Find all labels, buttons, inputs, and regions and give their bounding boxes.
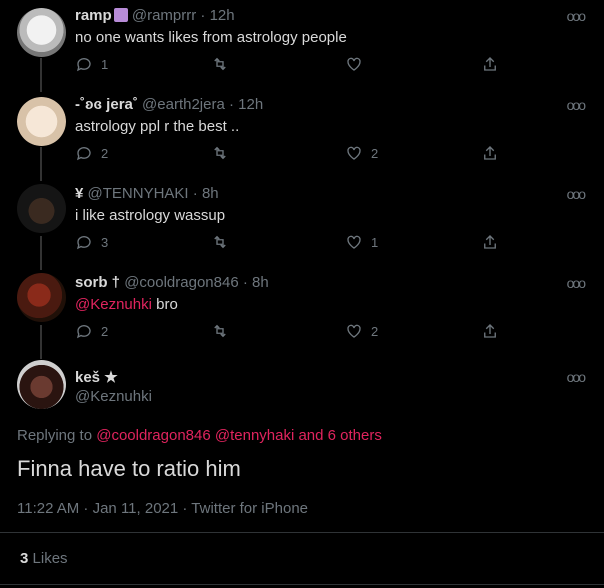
- tweet-actions: 3 1: [75, 233, 505, 253]
- likes-label: Likes: [32, 550, 68, 567]
- timestamp[interactable]: 12h: [238, 96, 263, 113]
- like-count: 2: [371, 323, 379, 339]
- reply-count: 2: [101, 323, 109, 339]
- retweet-icon: [214, 146, 226, 160]
- handle[interactable]: @cooldragon846: [124, 274, 238, 291]
- like-button[interactable]: 2: [345, 144, 378, 162]
- share-icon: [484, 324, 496, 338]
- retweet-icon: [214, 324, 226, 338]
- reply-icon: [76, 325, 91, 339]
- handle[interactable]: @TENNYHAKI: [88, 185, 189, 202]
- like-button[interactable]: [345, 55, 371, 73]
- timestamp[interactable]: 8h: [202, 185, 219, 202]
- retweet-button[interactable]: [211, 55, 237, 73]
- more-icon[interactable]: ooo: [567, 186, 586, 202]
- reply-count: 3: [101, 234, 109, 250]
- like-icon: [347, 235, 361, 249]
- tweet-ramp[interactable]: ramp @ramprrr · 12h ooo no one wants lik…: [0, 0, 604, 89]
- reply-count: 1: [101, 56, 109, 72]
- share-button[interactable]: [481, 233, 499, 251]
- tweet-text: i like astrology wassup: [75, 207, 226, 224]
- tweet-sorb[interactable]: sorb † @cooldragon846 · 8h ooo @Keznuhki…: [0, 267, 604, 356]
- reply-icon: [76, 147, 91, 161]
- more-icon[interactable]: ooo: [567, 8, 586, 24]
- tweet-timestamp[interactable]: 11:22 AM · Jan 11, 2021 · Twitter for iP…: [17, 500, 308, 517]
- replying-to: Replying to @cooldragon846 @tennyhaki an…: [17, 427, 382, 444]
- retweet-icon: [214, 57, 226, 71]
- tweet-actions: 1: [75, 55, 505, 75]
- avatar[interactable]: [17, 97, 66, 146]
- share-button[interactable]: [481, 144, 499, 162]
- tweet-header: ¥ @TENNYHAKI · 8h: [75, 185, 219, 202]
- like-icon: [347, 324, 361, 338]
- avatar[interactable]: [17, 273, 66, 322]
- more-icon[interactable]: ooo: [567, 275, 586, 291]
- avatar[interactable]: [17, 184, 66, 233]
- reply-button[interactable]: 3: [75, 233, 108, 251]
- more-icon[interactable]: ooo: [567, 97, 586, 113]
- tweet-actions: 2 2: [75, 322, 505, 342]
- like-icon: [347, 146, 361, 160]
- tweet-header: keš ★: [75, 368, 118, 386]
- like-count: 1: [371, 234, 379, 250]
- display-name[interactable]: keš ★: [75, 369, 118, 386]
- like-button[interactable]: 1: [345, 233, 378, 251]
- like-button[interactable]: 2: [345, 322, 378, 340]
- retweet-button[interactable]: [211, 144, 237, 162]
- share-button[interactable]: [481, 55, 499, 73]
- tweet-text: astrology ppl r the best ..: [75, 118, 240, 135]
- avatar[interactable]: [17, 8, 66, 57]
- replying-mentions[interactable]: @cooldragon846 @tennyhaki and 6 others: [96, 427, 382, 444]
- likes-summary[interactable]: 3 Likes: [20, 550, 68, 567]
- reply-icon: [76, 236, 91, 250]
- like-icon: [347, 57, 361, 71]
- likes-count: 3: [20, 550, 29, 567]
- tweet-jera[interactable]: -˚ʚɞ jera˚ @earth2jera · 12h ooo astrolo…: [0, 89, 604, 178]
- handle[interactable]: @Keznuhki: [75, 388, 152, 405]
- reply-button[interactable]: 1: [75, 55, 108, 73]
- display-name[interactable]: sorb †: [75, 274, 120, 291]
- main-tweet-text: Finna have to ratio him: [17, 456, 241, 481]
- tweet-text: no one wants likes from astrology people: [75, 29, 347, 46]
- tweet-actions: 2 2: [75, 144, 505, 164]
- tweet-header: -˚ʚɞ jera˚ @earth2jera · 12h: [75, 96, 264, 113]
- tweet-header: ramp @ramprrr · 12h: [75, 7, 235, 24]
- share-icon: [484, 235, 496, 249]
- display-name[interactable]: ramp: [75, 7, 112, 24]
- reply-count: 2: [101, 145, 109, 161]
- retweet-button[interactable]: [211, 322, 237, 340]
- more-icon[interactable]: ooo: [567, 369, 586, 385]
- emoji-badge-icon: [113, 8, 128, 22]
- share-icon: [484, 146, 496, 160]
- display-name[interactable]: ¥: [75, 185, 83, 202]
- tweet-tennyhaki[interactable]: ¥ @TENNYHAKI · 8h ooo i like astrology w…: [0, 178, 604, 267]
- share-icon: [484, 57, 496, 71]
- retweet-icon: [214, 235, 226, 249]
- timestamp[interactable]: 12h: [210, 7, 235, 24]
- avatar[interactable]: [17, 360, 66, 409]
- reply-button[interactable]: 2: [75, 144, 108, 162]
- reply-icon: [76, 58, 91, 72]
- divider: [0, 584, 604, 585]
- mention-link[interactable]: @Keznuhki: [75, 296, 152, 313]
- divider: [0, 532, 604, 533]
- display-name[interactable]: -˚ʚɞ jera˚: [75, 96, 138, 113]
- handle-row: @Keznuhki: [75, 388, 152, 405]
- share-button[interactable]: [481, 322, 499, 340]
- like-count: 2: [371, 145, 379, 161]
- reply-button[interactable]: 2: [75, 322, 108, 340]
- handle[interactable]: @ramprrr: [132, 7, 196, 24]
- retweet-button[interactable]: [211, 233, 237, 251]
- tweet-text: @Keznuhki bro: [75, 296, 178, 313]
- handle[interactable]: @earth2jera: [142, 96, 225, 113]
- tweet-header: sorb † @cooldragon846 · 8h: [75, 274, 269, 291]
- timestamp[interactable]: 8h: [252, 274, 269, 291]
